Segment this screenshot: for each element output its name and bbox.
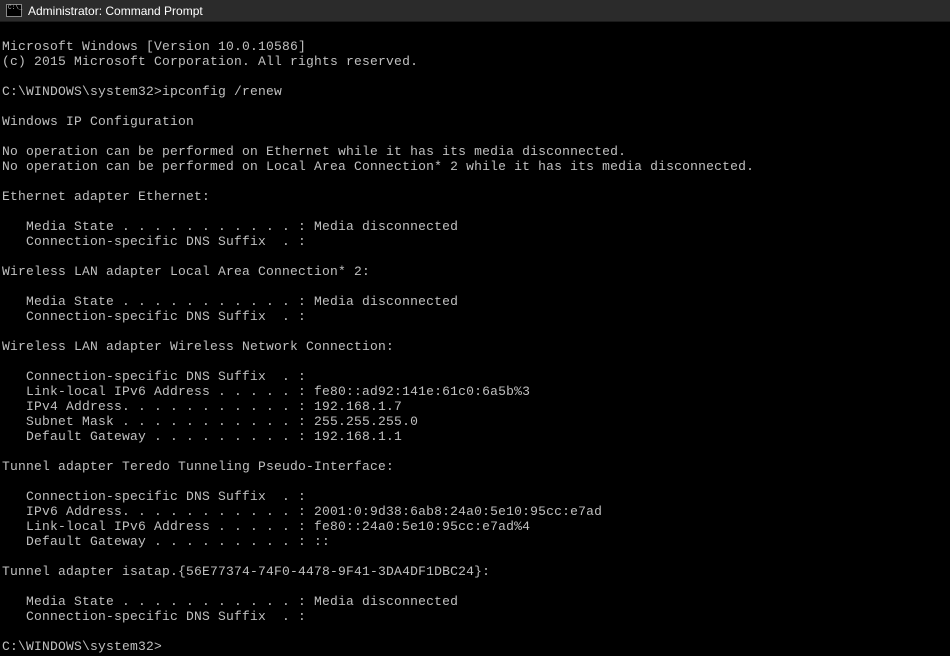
output-line: Ethernet adapter Ethernet: — [2, 189, 210, 204]
output-line: Windows IP Configuration — [2, 114, 194, 129]
output-line: Connection-specific DNS Suffix . : — [2, 309, 306, 324]
output-line: Wireless LAN adapter Local Area Connecti… — [2, 264, 370, 279]
output-line: No operation can be performed on Local A… — [2, 159, 754, 174]
output-line: (c) 2015 Microsoft Corporation. All righ… — [2, 54, 418, 69]
output-line: Media State . . . . . . . . . . . : Medi… — [2, 219, 458, 234]
output-line: Media State . . . . . . . . . . . : Medi… — [2, 294, 458, 309]
output-line: Connection-specific DNS Suffix . : — [2, 234, 306, 249]
output-line: Subnet Mask . . . . . . . . . . . : 255.… — [2, 414, 418, 429]
output-line: Connection-specific DNS Suffix . : — [2, 489, 306, 504]
prompt-line[interactable]: C:\WINDOWS\system32> — [2, 639, 162, 654]
output-line: Connection-specific DNS Suffix . : — [2, 369, 306, 384]
output-line: Tunnel adapter Teredo Tunneling Pseudo-I… — [2, 459, 394, 474]
prompt-line: C:\WINDOWS\system32>ipconfig /renew — [2, 84, 282, 99]
cmd-icon — [6, 4, 22, 17]
output-line: No operation can be performed on Etherne… — [2, 144, 626, 159]
terminal-output[interactable]: Microsoft Windows [Version 10.0.10586] (… — [0, 22, 950, 656]
output-line: Default Gateway . . . . . . . . . : 192.… — [2, 429, 402, 444]
output-line: Link-local IPv6 Address . . . . . : fe80… — [2, 519, 530, 534]
output-line: Link-local IPv6 Address . . . . . : fe80… — [2, 384, 530, 399]
output-line: Wireless LAN adapter Wireless Network Co… — [2, 339, 394, 354]
window-title: Administrator: Command Prompt — [28, 4, 203, 18]
output-line: Microsoft Windows [Version 10.0.10586] — [2, 39, 306, 54]
window-titlebar[interactable]: Administrator: Command Prompt — [0, 0, 950, 22]
output-line: IPv4 Address. . . . . . . . . . . : 192.… — [2, 399, 402, 414]
output-line: Tunnel adapter isatap.{56E77374-74F0-447… — [2, 564, 490, 579]
output-line: Connection-specific DNS Suffix . : — [2, 609, 306, 624]
output-line: Default Gateway . . . . . . . . . : :: — [2, 534, 330, 549]
output-line: IPv6 Address. . . . . . . . . . . : 2001… — [2, 504, 602, 519]
